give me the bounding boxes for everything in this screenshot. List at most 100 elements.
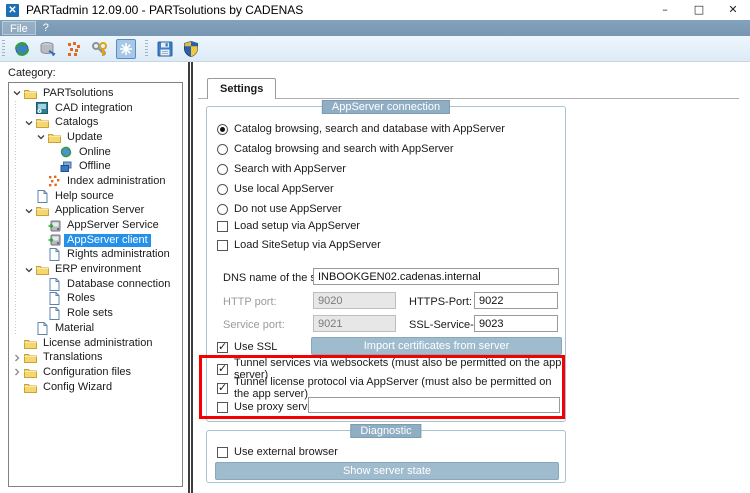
tree-item-label: Configuration files: [40, 366, 134, 379]
tree-item-label: Database connection: [64, 278, 173, 291]
tree-item-label: Index administration: [64, 175, 168, 188]
checkbox-use-proxy[interactable]: Use proxy server: [217, 400, 317, 414]
tree-item-label: AppServer Service: [64, 219, 162, 232]
http-port-label: HTTP port:: [223, 295, 277, 309]
checkbox-icon[interactable]: [217, 364, 228, 375]
rights-keys-icon[interactable]: [90, 39, 110, 59]
radio-icon[interactable]: [217, 164, 228, 175]
index-administration-icon[interactable]: [64, 39, 84, 59]
checkbox-tunnel-websockets[interactable]: Tunnel services via websockets (must als…: [217, 362, 565, 376]
tree-item[interactable]: ERP environment: [9, 262, 182, 277]
proxy-server-input[interactable]: [308, 397, 560, 413]
collapse-icon[interactable]: [23, 117, 34, 128]
expand-icon[interactable]: [11, 352, 22, 363]
maximize-button[interactable]: □: [682, 0, 716, 20]
toolbar: [0, 36, 750, 62]
index-icon: [47, 175, 61, 188]
checkbox-icon[interactable]: [217, 447, 228, 458]
radio-label: Search with AppServer: [234, 163, 346, 175]
tree-item[interactable]: Rights administration: [9, 248, 182, 263]
collapse-icon[interactable]: [11, 88, 22, 99]
checkbox-tunnel-license[interactable]: Tunnel license protocol via AppServer (m…: [217, 381, 565, 395]
tree-spacer: [23, 191, 34, 202]
tree-indent: [9, 174, 33, 189]
tree-item[interactable]: Role sets: [9, 306, 182, 321]
appserver-connection-group: AppServer connection Catalog browsing, s…: [206, 106, 566, 422]
tree-item[interactable]: Index administration: [9, 174, 182, 189]
appserver-snowflake-icon[interactable]: [116, 39, 136, 59]
update-catalog-icon[interactable]: [12, 39, 32, 59]
title-bar: ✕ PARTadmin 12.09.00 - PARTsolutions by …: [0, 0, 750, 20]
checkbox-icon[interactable]: [217, 402, 228, 413]
tree-item[interactable]: PARTsolutions: [9, 86, 182, 101]
radio-option-none[interactable]: Do not use AppServer: [217, 202, 342, 216]
radio-option-local[interactable]: Use local AppServer: [217, 182, 334, 196]
minimize-button[interactable]: –: [648, 0, 682, 20]
ssl-service-port-input[interactable]: [474, 315, 558, 332]
splitter-handle[interactable]: [191, 62, 193, 493]
checkbox-load-setup[interactable]: Load setup via AppServer: [217, 219, 360, 233]
collapse-icon[interactable]: [23, 205, 34, 216]
radio-icon[interactable]: [217, 204, 228, 215]
doc-icon: [35, 322, 49, 335]
cad-icon: [35, 102, 49, 115]
tree-item[interactable]: Config Wizard: [9, 380, 182, 395]
tree-spacer: [11, 382, 22, 393]
checkbox-icon[interactable]: [217, 342, 228, 353]
checkbox-icon[interactable]: [217, 221, 228, 232]
tree-item[interactable]: Roles: [9, 292, 182, 307]
checkbox-external-browser[interactable]: Use external browser: [217, 445, 338, 459]
tree-spacer: [35, 220, 46, 231]
checkbox-icon[interactable]: [217, 240, 228, 251]
collapse-icon[interactable]: [35, 132, 46, 143]
tree-item[interactable]: Online: [9, 145, 182, 160]
splitter-handle[interactable]: [188, 62, 190, 493]
checkbox-use-ssl[interactable]: Use SSL: [217, 340, 277, 354]
http-port-input: [313, 292, 396, 309]
catalog-transfer-icon[interactable]: [38, 39, 58, 59]
collapse-icon[interactable]: [23, 264, 34, 275]
app-icon: ✕: [6, 4, 19, 17]
tree-spacer: [35, 308, 46, 319]
category-label: Category:: [8, 67, 56, 79]
radio-icon[interactable]: [217, 184, 228, 195]
radio-icon[interactable]: [217, 124, 228, 135]
tree-item[interactable]: Help source: [9, 189, 182, 204]
tree-item[interactable]: AppServer client: [9, 233, 182, 248]
radio-option-database[interactable]: Catalog browsing, search and database wi…: [217, 122, 505, 136]
close-button[interactable]: ✕: [716, 0, 750, 20]
radio-option-search[interactable]: Search with AppServer: [217, 162, 346, 176]
checkbox-load-sitesetup[interactable]: Load SiteSetup via AppServer: [217, 238, 381, 252]
radio-option-browsing-search[interactable]: Catalog browsing and search with AppServ…: [217, 142, 454, 156]
tree-item[interactable]: Offline: [9, 159, 182, 174]
checkbox-icon[interactable]: [217, 383, 228, 394]
tree-item[interactable]: Translations: [9, 350, 182, 365]
menu-help[interactable]: ?: [36, 21, 56, 35]
tree-item[interactable]: License administration: [9, 336, 182, 351]
radio-icon[interactable]: [217, 144, 228, 155]
tree-item[interactable]: Configuration files: [9, 365, 182, 380]
doc-icon: [35, 190, 49, 203]
dns-input[interactable]: [313, 268, 559, 285]
toolbar-separator: [145, 40, 148, 58]
import-certificates-button[interactable]: Import certificates from server: [311, 337, 562, 355]
tree-item[interactable]: CAD integration: [9, 101, 182, 116]
show-server-state-button[interactable]: Show server state: [215, 462, 559, 480]
tree-item[interactable]: Application Server: [9, 204, 182, 219]
expand-icon[interactable]: [11, 367, 22, 378]
admin-shield-icon[interactable]: [181, 39, 201, 59]
tab-settings[interactable]: Settings: [207, 78, 276, 99]
tree-indent: [9, 204, 21, 219]
tree-spacer: [35, 235, 46, 246]
tree-indent: [9, 101, 21, 116]
checkbox-label: Load setup via AppServer: [234, 220, 360, 232]
tree-item[interactable]: Material: [9, 321, 182, 336]
tree-item[interactable]: Catalogs: [9, 115, 182, 130]
tree-item[interactable]: AppServer Service: [9, 218, 182, 233]
menu-file[interactable]: File: [2, 21, 36, 35]
tree-item[interactable]: Database connection: [9, 277, 182, 292]
https-port-input[interactable]: [474, 292, 558, 309]
tree-item[interactable]: Update: [9, 130, 182, 145]
server-icon: [47, 219, 61, 232]
save-icon[interactable]: [155, 39, 175, 59]
